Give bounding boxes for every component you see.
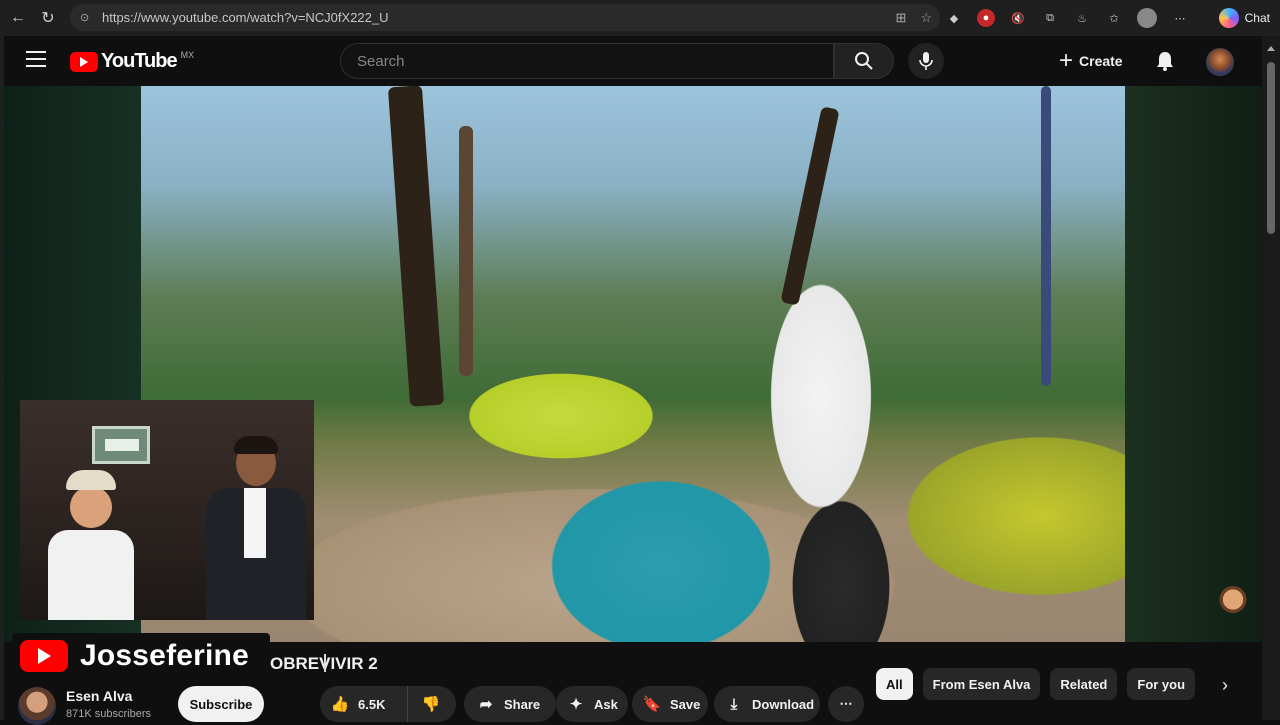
page-scrollbar[interactable]: [1262, 36, 1280, 720]
microphone-icon: [919, 52, 933, 70]
extensions-puzzle-icon[interactable]: ⧉: [1041, 9, 1059, 27]
bookmark-icon: 🔖: [642, 696, 662, 713]
more-actions-button[interactable]: ⋯: [828, 686, 864, 722]
account-avatar[interactable]: [1206, 48, 1234, 76]
save-button[interactable]: 🔖 Save: [632, 686, 708, 722]
app-icon[interactable]: ⊞: [895, 10, 906, 26]
tree-trunk: [780, 106, 840, 306]
ask-label: Ask: [594, 696, 618, 712]
save-label: Save: [670, 696, 701, 712]
extension-shield-icon[interactable]: ●: [977, 9, 995, 27]
logo-text: YouTube: [101, 50, 178, 72]
plus-icon: +: [1059, 47, 1074, 74]
copilot-icon: [1218, 8, 1239, 28]
youtube-logo[interactable]: YouTube MX: [70, 50, 194, 73]
more-menu-icon[interactable]: ⋯: [1171, 9, 1189, 27]
channel-watermark: Josseferine: [12, 633, 270, 679]
chat-label: Chat: [1244, 11, 1270, 25]
youtube-play-icon: [20, 640, 68, 672]
share-label: Share: [504, 696, 541, 712]
refresh-icon[interactable]: ↻: [33, 3, 63, 33]
search-button[interactable]: [834, 43, 894, 79]
browser-toolbar: ← ↻ ⊙ https://www.youtube.com/watch?v=NC…: [0, 0, 1280, 36]
dislike-button[interactable]: 👎: [408, 686, 454, 722]
search-icon: [855, 52, 873, 70]
chip-all[interactable]: All: [876, 668, 913, 700]
download-button[interactable]: ⤓ Download: [714, 686, 820, 722]
search-placeholder: Search: [357, 52, 405, 70]
back-icon[interactable]: ←: [3, 3, 33, 33]
more-dots-icon: ⋯: [839, 696, 853, 711]
recommendation-chips: All From Esen Alva Related For you: [876, 668, 1196, 702]
tree-trunk: [459, 126, 473, 376]
like-dislike-group: 👍 6.5K 👎: [320, 686, 456, 722]
chevron-right-icon[interactable]: ›: [1212, 672, 1238, 698]
chip-from-channel[interactable]: From Esen Alva: [922, 668, 1041, 700]
extensions-row: ◆ ● 🔇 ⧉ ♨ ✩ ⋯: [945, 0, 1189, 36]
favorite-star-icon[interactable]: ☆: [920, 10, 932, 26]
youtube-play-icon: [70, 51, 98, 72]
text-cursor-icon: [324, 654, 326, 672]
like-button[interactable]: 👍 6.5K: [320, 686, 408, 722]
youtube-header: YouTube MX Search + Create: [4, 36, 1262, 86]
copilot-chat-button[interactable]: Chat: [1218, 6, 1270, 30]
streamer-emoji-icon: [1218, 586, 1248, 616]
address-bar[interactable]: ⊙ https://www.youtube.com/watch?v=NCJ0fX…: [70, 4, 940, 31]
ask-button[interactable]: ✦ Ask: [556, 686, 628, 722]
chip-for-you[interactable]: For you: [1127, 668, 1196, 700]
share-arrow-icon: ➦: [479, 696, 493, 713]
url-text: https://www.youtube.com/watch?v=NCJ0fX22…: [102, 10, 389, 25]
mute-icon[interactable]: 🔇: [1009, 9, 1027, 27]
subscriber-count: 871K subscribers: [66, 708, 151, 720]
performance-icon[interactable]: ♨: [1073, 9, 1091, 27]
profile-icon[interactable]: [1137, 8, 1157, 28]
hamburger-menu-icon[interactable]: [26, 51, 46, 67]
channel-avatar[interactable]: [18, 687, 56, 725]
thumbs-up-icon: 👍: [330, 696, 350, 713]
share-button[interactable]: ➦ Share: [464, 686, 556, 722]
favorites-icon[interactable]: ✩: [1105, 9, 1123, 27]
thumbs-down-icon: 👎: [421, 696, 441, 713]
create-label: Create: [1079, 53, 1123, 69]
subscribe-button[interactable]: Subscribe: [178, 686, 264, 722]
notifications-bell-icon[interactable]: [1154, 50, 1176, 72]
tree-trunk: [387, 86, 445, 407]
country-code: MX: [180, 50, 195, 60]
voice-search-button[interactable]: [908, 43, 944, 79]
sparkle-icon: ✦: [569, 696, 583, 713]
channel-name[interactable]: Esen Alva: [66, 688, 132, 704]
facecam-overlay: [20, 400, 314, 620]
exit-sign: [92, 426, 150, 464]
download-icon: ⤓: [730, 695, 738, 713]
ambient-glow-right: [1125, 86, 1262, 642]
host-person-left: [38, 470, 142, 620]
tree-trunk: [1041, 86, 1051, 386]
site-info-icon[interactable]: ⊙: [80, 11, 94, 25]
search-input[interactable]: Search: [340, 43, 834, 79]
chip-related[interactable]: Related: [1050, 668, 1118, 700]
create-button[interactable]: + Create: [1059, 43, 1123, 79]
scroll-up-arrow-icon[interactable]: [1267, 46, 1275, 51]
scrollbar-thumb[interactable]: [1267, 62, 1275, 234]
host-person-right: [198, 436, 310, 620]
extension-diamond-icon[interactable]: ◆: [945, 9, 963, 27]
download-label: Download: [752, 696, 815, 712]
like-count: 6.5K: [358, 696, 386, 712]
watermark-channel-name: Josseferine: [80, 639, 249, 672]
